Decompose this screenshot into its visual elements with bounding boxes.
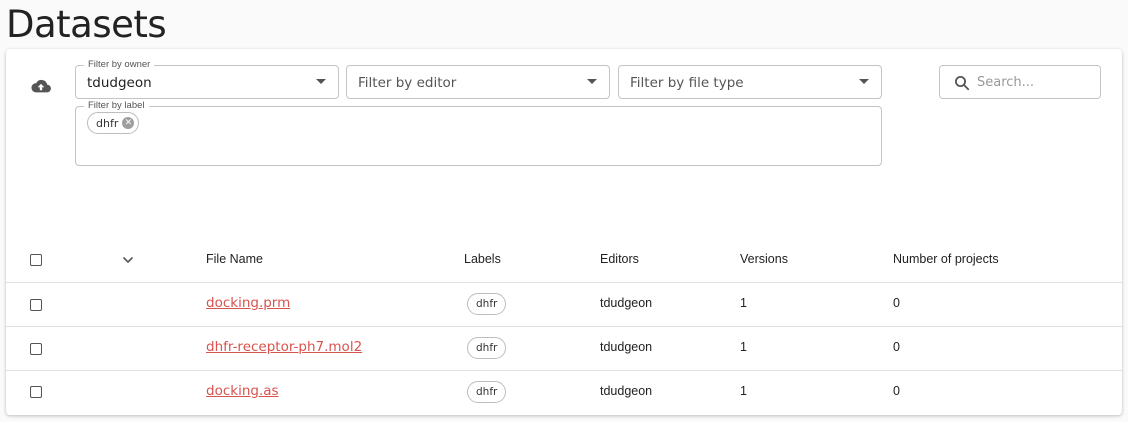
row-checkbox[interactable] (30, 299, 42, 311)
file-type-filter-placeholder: Filter by file type (630, 75, 744, 91)
editor-filter-placeholder: Filter by editor (358, 75, 457, 91)
chevron-down-icon[interactable] (122, 254, 134, 266)
file-name-link[interactable]: docking.as (206, 383, 279, 399)
row-divider (6, 370, 1122, 371)
label-chip: dhfr ✕ (87, 112, 140, 134)
caret-down-icon[interactable] (859, 79, 869, 84)
search-icon (955, 76, 970, 91)
caret-down-icon[interactable] (316, 79, 326, 84)
row-divider (6, 282, 1122, 283)
row-checkbox[interactable] (30, 343, 42, 355)
search-box[interactable] (939, 65, 1101, 99)
cloud-upload-icon[interactable] (31, 78, 51, 94)
versions-cell: 1 (740, 340, 747, 354)
file-name-link[interactable]: dhfr-receptor-ph7.mol2 (206, 339, 362, 355)
projects-cell: 0 (893, 384, 900, 398)
column-header-file-name[interactable]: File Name (206, 252, 263, 266)
row-divider (6, 326, 1122, 327)
column-header-versions[interactable]: Versions (740, 252, 788, 266)
column-header-labels[interactable]: Labels (464, 252, 501, 266)
row-checkbox[interactable] (30, 386, 42, 398)
file-name-link[interactable]: docking.prm (206, 295, 290, 311)
file-type-filter-select[interactable]: Filter by file type (618, 65, 882, 99)
label-filter-input[interactable]: Filter by label dhfr ✕ (75, 100, 882, 166)
chip-remove-icon[interactable]: ✕ (122, 117, 135, 129)
projects-cell: 0 (893, 340, 900, 354)
label-tag: dhfr (467, 293, 507, 315)
label-tag: dhfr (467, 337, 507, 359)
editor-cell: tdudgeon (600, 340, 653, 354)
editor-filter-select[interactable]: Filter by editor (346, 65, 610, 99)
owner-filter-select[interactable]: Filter by owner tdudgeon (75, 59, 339, 99)
select-all-checkbox[interactable] (30, 254, 42, 266)
search-input[interactable] (977, 72, 1095, 92)
editor-cell: tdudgeon (600, 384, 653, 398)
label-filter-legend: Filter by label (84, 100, 149, 112)
label-chip-text: dhfr (96, 116, 119, 130)
editor-cell: tdudgeon (600, 296, 653, 310)
datasets-panel (6, 49, 1122, 415)
label-tag: dhfr (467, 381, 507, 403)
column-header-number-of-projects[interactable]: Number of projects (893, 252, 999, 266)
versions-cell: 1 (740, 384, 747, 398)
column-header-editors[interactable]: Editors (600, 252, 639, 266)
projects-cell: 0 (893, 296, 900, 310)
versions-cell: 1 (740, 296, 747, 310)
page-title: Datasets (6, 3, 167, 46)
caret-down-icon[interactable] (587, 79, 597, 84)
owner-filter-legend: Filter by owner (84, 59, 155, 71)
owner-filter-value: tdudgeon (87, 75, 152, 91)
